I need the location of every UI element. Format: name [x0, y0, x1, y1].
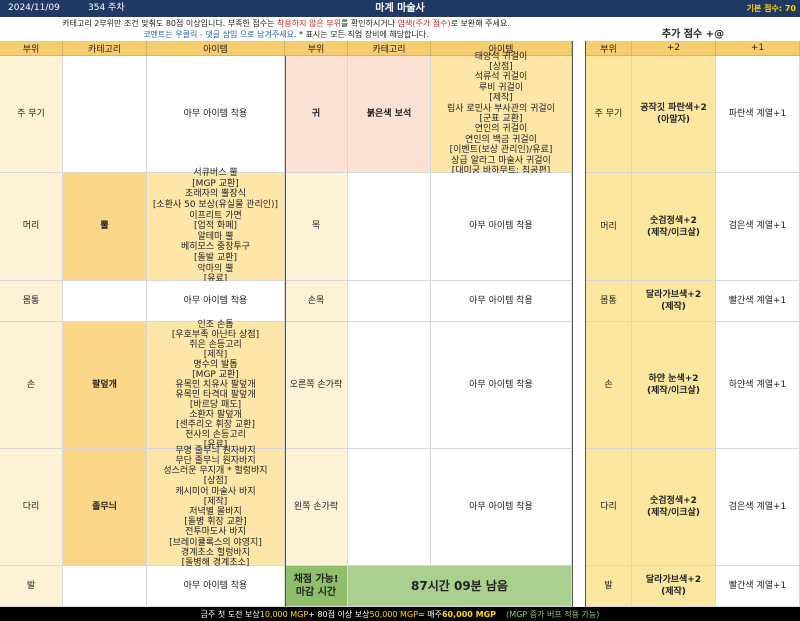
bonus-plus1-legs: 검은색 계열+1 [716, 449, 800, 566]
bonus-slot-main-weapon: 주 무기 [586, 56, 632, 173]
base-score: 기본 점수: 70 [746, 4, 796, 13]
slot-feet: 발 [0, 566, 63, 607]
notice-box: 카테고리 2부위만 조건 맞춰도 80점 이상입니다. 부족한 점수는 착용하지… [0, 17, 572, 41]
bonus-plus2-hands: 하얀 눈색+2 (제작/이크살) [632, 322, 716, 449]
category-ears: 붉은색 보석 [348, 56, 431, 173]
category-main-weapon [63, 56, 147, 173]
header-plus2: +2 [632, 41, 716, 56]
category-head: 뿔 [63, 173, 147, 281]
category-body [63, 281, 147, 322]
items-main-weapon: 아무 아이템 착용 [147, 56, 285, 173]
items-ears: 태양석 귀걸이 [상점] 석류석 귀걸이 루비 귀걸이 [제작] 림사 로민사 … [431, 52, 572, 176]
bonus-plus2-main-weapon: 공작깃 파란색+2 (아말자) [632, 56, 716, 173]
bonus-slot-hands: 손 [586, 322, 632, 449]
notice-line-1: 카테고리 2부위만 조건 맞춰도 80점 이상입니다. 부족한 점수는 착용하지… [62, 19, 510, 28]
slot-body: 몸통 [0, 281, 63, 322]
items-feet: 아무 아이템 착용 [147, 566, 285, 607]
header-plus1: +1 [716, 41, 800, 56]
top-bar: 2024/11/09 354 주차 마계 마술사 기본 점수: 70 [0, 0, 800, 17]
slot-wrist: 손목 [285, 281, 348, 322]
bonus-slot-legs: 다리 [586, 449, 632, 566]
items-body: 아무 아이템 착용 [147, 281, 285, 322]
slot-head: 머리 [0, 173, 63, 281]
bonus-title: 추가 점수 +@ [661, 28, 725, 40]
slot-hands: 손 [0, 322, 63, 449]
items-legs: 무명 줄무늬 원자바지 무단 줄무늬 원자바지 성스러운 무지개 * 헐렁바지 … [147, 446, 285, 568]
header-slot-3: 부위 [586, 41, 632, 56]
column-separator [285, 56, 286, 607]
category-wrist [348, 281, 431, 322]
slot-neck: 목 [285, 173, 348, 281]
items-left-ring: 아무 아이템 착용 [431, 449, 572, 566]
bonus-plus1-body: 빨간색 계열+1 [716, 281, 800, 322]
bonus-plus2-head: 숫검정색+2 (제작/이크살) [632, 173, 716, 281]
page-title: 마계 마술사 [375, 3, 425, 14]
bonus-plus1-feet: 빨간색 계열+1 [716, 566, 800, 607]
category-legs: 졸무늬 [63, 449, 147, 566]
slot-main-weapon: 주 무기 [0, 56, 63, 173]
bonus-plus1-head: 검은색 계열+1 [716, 173, 800, 281]
bonus-slot-body: 몸통 [586, 281, 632, 322]
bonus-plus1-main-weapon: 파란색 계열+1 [716, 56, 800, 173]
bonus-plus2-body: 달라가브색+2 (제작) [632, 281, 716, 322]
bonus-slot-feet: 발 [586, 566, 632, 607]
items-head: 서큐버스 뿔 [MGP 교환] 초래자의 뿔장식 [소환사 50 보상(유실물 … [147, 168, 285, 284]
category-hands: 팔덮개 [63, 322, 147, 449]
bonus-plus2-legs: 숫검정색+2 (제작/이크살) [632, 449, 716, 566]
notice-line-2: 코멘트는 우클릭 - 댓글 삽입 으로 남겨주세요. * 표시는 모든 직업 장… [143, 30, 429, 39]
items-neck: 아무 아이템 착용 [431, 173, 572, 281]
category-right-ring [348, 322, 431, 449]
slot-legs: 다리 [0, 449, 63, 566]
scoring-status: 채점 가능! 마감 시간 [285, 566, 348, 607]
category-feet [63, 566, 147, 607]
time-remaining: 87시간 09분 남음 [348, 566, 572, 607]
category-neck [348, 173, 431, 281]
slot-right-ring: 오른쪽 손가락 [285, 322, 348, 449]
bonus-plus2-feet: 달라가브색+2 (제작) [632, 566, 716, 607]
reward-footer: 금주 첫 도전 보상 10,000 MGP + 80점 이상 보상 50,000… [0, 607, 800, 621]
slot-ears: 귀 [285, 56, 348, 173]
bonus-plus1-hands: 하얀색 계열+1 [716, 322, 800, 449]
slot-left-ring: 왼쪽 손가락 [285, 449, 348, 566]
header-slot-2: 부위 [285, 41, 348, 56]
bonus-slot-head: 머리 [586, 173, 632, 281]
header-item: 아이템 [147, 41, 285, 56]
header-slot: 부위 [0, 41, 63, 56]
header-category: 카테고리 [63, 41, 147, 56]
items-hands: 인조 손톱 [우호부족 아난타 상점] 쥐은 손등고리 [제작] 명수의 발톱 … [147, 320, 285, 450]
header-category-2: 카테고리 [348, 41, 431, 56]
column-separator-right [572, 41, 573, 607]
category-left-ring [348, 449, 431, 566]
items-right-ring: 아무 아이템 착용 [431, 322, 572, 449]
items-wrist: 아무 아이템 착용 [431, 281, 572, 322]
